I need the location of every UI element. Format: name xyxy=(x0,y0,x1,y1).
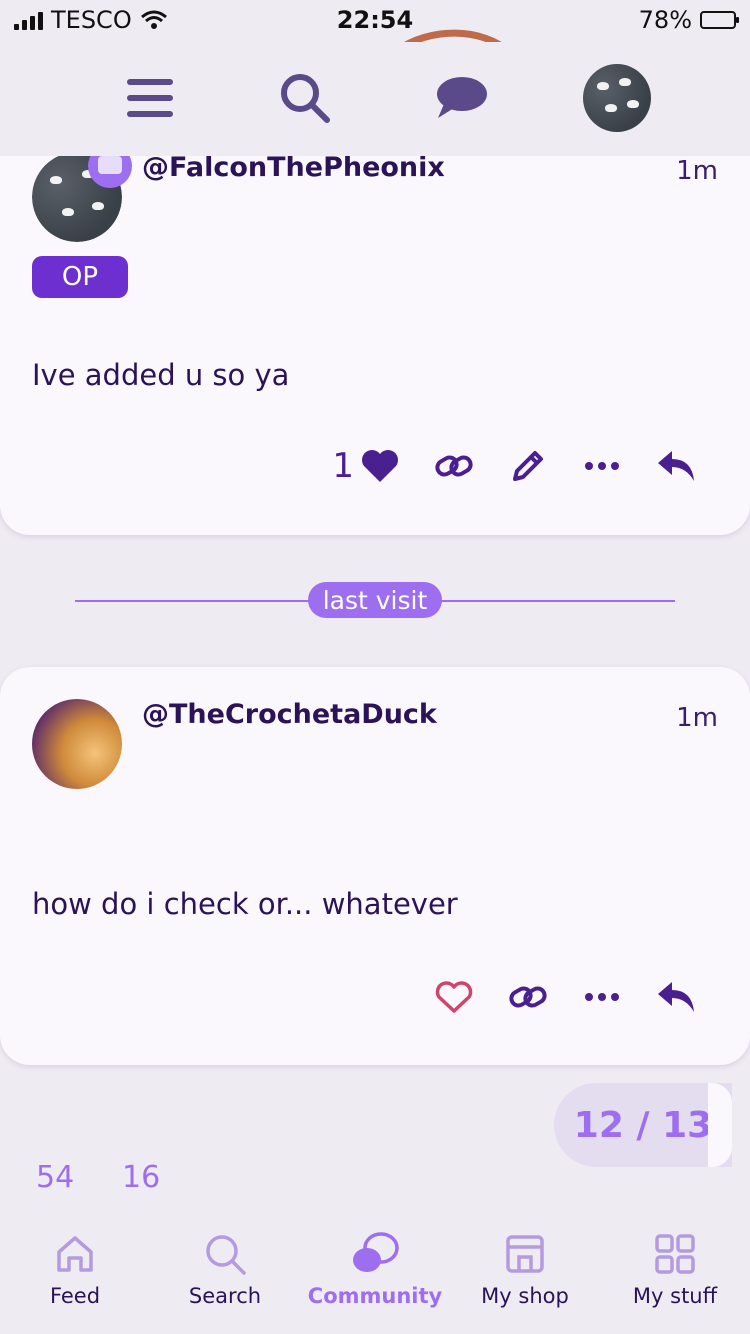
status-bar: TESCO 22:54 78% xyxy=(0,0,750,42)
post-progress-label: 12 / 13 xyxy=(573,1104,713,1146)
link-icon[interactable] xyxy=(430,442,478,490)
shop-icon xyxy=(450,1228,600,1280)
tab-community[interactable]: Community xyxy=(300,1228,450,1308)
community-chat-icon xyxy=(300,1228,450,1280)
op-badge: OP xyxy=(32,256,128,298)
stat-left: 54 xyxy=(36,1160,75,1195)
tab-label: My shop xyxy=(481,1284,569,1308)
post-actions: 1 xyxy=(332,442,700,490)
more-options-icon[interactable] xyxy=(578,442,626,490)
post-time: 1m xyxy=(676,156,718,186)
tab-label: My stuff xyxy=(632,1284,718,1308)
user-avatar[interactable] xyxy=(577,58,657,138)
tab-label: Search xyxy=(188,1284,262,1308)
post-card: @TheCrochetaDuck 1m how do i check or...… xyxy=(0,667,750,1065)
edit-pencil-icon[interactable] xyxy=(504,442,552,490)
heart-outline-icon[interactable] xyxy=(430,973,478,1021)
tab-label: Feed xyxy=(49,1284,101,1308)
battery-status: 78% xyxy=(638,6,739,34)
post-time: 1m xyxy=(676,703,718,733)
reply-icon[interactable] xyxy=(652,973,700,1021)
stat-right: 16 xyxy=(122,1160,161,1195)
tab-my-stuff[interactable]: My stuff xyxy=(600,1228,750,1308)
more-options-icon[interactable] xyxy=(578,973,626,1021)
chat-bubble-icon[interactable] xyxy=(421,58,501,138)
battery-percent: 78% xyxy=(638,6,692,34)
clock: 22:54 xyxy=(336,6,414,34)
heart-filled-icon[interactable] xyxy=(356,442,404,490)
tab-my-shop[interactable]: My shop xyxy=(450,1228,600,1308)
battery-icon xyxy=(700,11,739,29)
post-username[interactable]: @FalconThePheonix xyxy=(142,152,445,183)
search-icon[interactable] xyxy=(265,58,345,138)
top-nav xyxy=(0,42,750,156)
bottom-tab-bar: Feed Search Community My shop My stuff xyxy=(0,1210,750,1334)
hamburger-menu-icon[interactable] xyxy=(110,58,190,138)
tab-search[interactable]: Search xyxy=(150,1228,300,1308)
link-icon[interactable] xyxy=(504,973,552,1021)
reply-icon[interactable] xyxy=(652,442,700,490)
search-icon xyxy=(150,1228,300,1280)
grid-icon xyxy=(600,1228,750,1280)
post-body: Ive added u so ya xyxy=(32,358,290,392)
tab-feed[interactable]: Feed xyxy=(0,1228,150,1308)
home-icon xyxy=(0,1228,150,1280)
post-body: how do i check or... whatever xyxy=(32,887,458,921)
tab-label: Community xyxy=(307,1284,443,1308)
post-actions xyxy=(430,973,700,1021)
post-card: @FalconThePheonix 1m OP Ive added u so y… xyxy=(0,120,750,535)
last-visit-label: last visit xyxy=(308,582,442,618)
post-progress-indicator[interactable]: 12 / 13 xyxy=(554,1083,732,1167)
post-username[interactable]: @TheCrochetaDuck xyxy=(142,699,437,730)
post-avatar[interactable] xyxy=(32,699,122,789)
like-count: 1 xyxy=(332,446,354,486)
